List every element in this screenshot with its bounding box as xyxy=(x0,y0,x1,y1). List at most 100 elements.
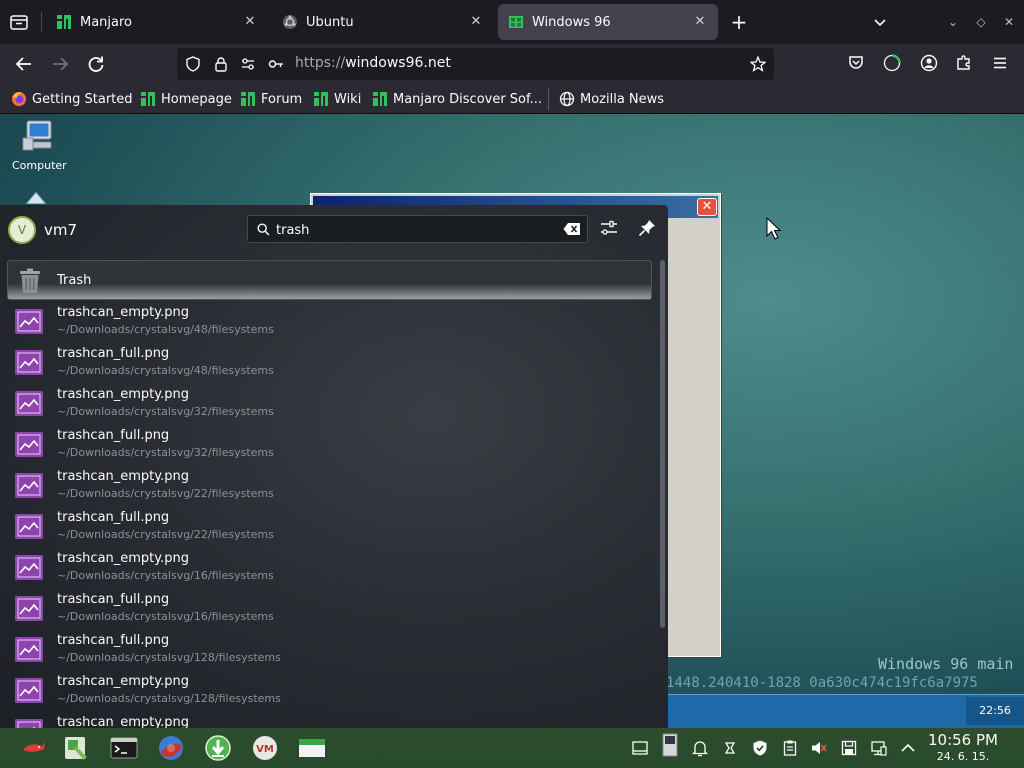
storage-icon[interactable] xyxy=(661,733,679,759)
bookmark-label: Homepage xyxy=(161,91,232,107)
bookmark-label: Manjaro Discover Sof... xyxy=(393,91,543,107)
back-icon[interactable] xyxy=(13,53,35,75)
lock-icon[interactable] xyxy=(213,56,229,72)
tab-ubuntu[interactable]: Ubuntu ✕ xyxy=(272,4,494,40)
dialog-close-button[interactable]: ✕ xyxy=(697,198,717,216)
kde-connect-icon[interactable] xyxy=(721,739,739,757)
result-file-name: trashcan_empty.png xyxy=(57,715,189,728)
list-item[interactable]: trashcan_empty.png ~/Downloads/crystalsvg… xyxy=(7,464,652,505)
result-file-path: ~/Downloads/crystalsvg/16/filesystems xyxy=(57,569,274,582)
manjaro-icon xyxy=(141,92,155,106)
forward-icon[interactable] xyxy=(49,53,71,75)
reload-icon[interactable] xyxy=(85,53,107,75)
search-results-list: Trash trashcan_empty.png ~/Downloads/crys… xyxy=(7,260,652,728)
image-file-icon xyxy=(15,514,43,539)
bookmark-manjaro-discover[interactable]: Manjaro Discover Sof... xyxy=(372,90,542,108)
search-input[interactable] xyxy=(276,220,556,240)
panel-clock-time[interactable]: 10:56 PM xyxy=(918,731,1008,749)
tab-manjaro[interactable]: Manjaro ✕ xyxy=(46,4,268,40)
list-item[interactable]: trashcan_full.png ~/Downloads/crystalsvg/… xyxy=(7,628,652,669)
result-file-name: trashcan_empty.png xyxy=(57,551,189,566)
close-icon[interactable]: ✕ xyxy=(468,14,484,30)
results-scrollbar[interactable] xyxy=(660,260,665,628)
web-browser-icon[interactable] xyxy=(157,734,185,762)
desktop-icon-computer[interactable]: Computer xyxy=(12,118,67,172)
close-window-icon[interactable]: ✕ xyxy=(1000,13,1018,31)
list-item[interactable]: trashcan_empty.png ~/Downloads/crystalsvg… xyxy=(7,669,652,710)
configure-icon[interactable] xyxy=(598,217,620,239)
result-file-name: trashcan_full.png xyxy=(57,428,170,443)
list-item[interactable]: trashcan_empty.png xyxy=(7,710,652,728)
network-icon[interactable] xyxy=(22,190,50,204)
result-file-name: trashcan_empty.png xyxy=(57,387,189,402)
shield-icon[interactable] xyxy=(185,56,201,72)
tab-title: Manjaro xyxy=(80,14,133,30)
list-all-tabs-icon[interactable] xyxy=(870,12,890,32)
new-tab-icon[interactable]: + xyxy=(728,11,750,33)
permissions-icon[interactable] xyxy=(240,56,256,72)
notifications-icon[interactable] xyxy=(691,739,709,757)
chevron-up-icon[interactable] xyxy=(899,739,917,757)
bookmark-label: Wiki xyxy=(334,91,362,107)
system-settings-icon[interactable] xyxy=(62,734,90,762)
tab-list-icon[interactable] xyxy=(8,11,30,33)
result-file-path: ~/Downloads/crystalsvg/128/filesystems xyxy=(57,651,281,664)
list-item[interactable]: trashcan_empty.png ~/Downloads/crystalsvg… xyxy=(7,546,652,587)
image-file-icon xyxy=(15,719,43,728)
url-text[interactable]: https://windows96.net xyxy=(295,55,451,71)
close-icon[interactable]: ✕ xyxy=(242,14,258,30)
clear-search-icon[interactable] xyxy=(563,222,581,236)
search-icon xyxy=(257,223,270,236)
virt-manager-icon[interactable]: VM xyxy=(251,734,279,762)
maximize-icon[interactable]: ◇ xyxy=(972,13,990,31)
pin-icon[interactable] xyxy=(636,217,658,239)
list-item[interactable]: trashcan_full.png ~/Downloads/crystalsvg/… xyxy=(7,587,652,628)
terminal-icon[interactable] xyxy=(110,734,138,762)
url-bar[interactable]: https://windows96.net xyxy=(177,48,774,80)
taskbar-panel: VM 10:56 PM 24. 6. 15. xyxy=(0,728,1024,768)
bookmark-label: Forum xyxy=(261,91,303,107)
list-item[interactable]: trashcan_empty.png ~/Downloads/crystalsvg… xyxy=(7,382,652,423)
list-item[interactable]: trashcan_empty.png ~/Downloads/crystalsvg… xyxy=(7,300,652,341)
clipboard-icon[interactable] xyxy=(781,739,799,757)
result-label: Trash xyxy=(57,273,92,288)
panel-clock-date[interactable]: 24. 6. 15. xyxy=(918,750,1008,763)
key-icon[interactable] xyxy=(268,56,284,72)
list-item[interactable]: trashcan_full.png ~/Downloads/crystalsvg/… xyxy=(7,341,652,382)
minimize-icon[interactable]: ⌄ xyxy=(944,13,962,31)
list-item[interactable]: trashcan_full.png ~/Downloads/crystalsvg/… xyxy=(7,505,652,546)
ubuntu-icon xyxy=(283,15,297,29)
list-item[interactable]: trashcan_full.png ~/Downloads/crystalsvg/… xyxy=(7,423,652,464)
bookmark-getting-started[interactable]: Getting Started xyxy=(11,90,133,108)
application-launcher-icon[interactable] xyxy=(20,734,48,762)
extensions-icon[interactable] xyxy=(955,54,973,72)
network-icon[interactable] xyxy=(870,739,888,757)
bookmark-homepage[interactable]: Homepage xyxy=(140,90,232,108)
security-shield-icon[interactable] xyxy=(751,739,769,757)
manjaro-icon xyxy=(373,92,387,106)
extension-status-icon[interactable] xyxy=(883,54,901,72)
save-disk-icon[interactable] xyxy=(840,739,858,757)
tab-title: Ubuntu xyxy=(306,14,354,30)
bookmark-star-icon[interactable] xyxy=(750,56,766,72)
close-icon[interactable]: ✕ xyxy=(692,14,708,30)
bookmark-forum[interactable]: Forum xyxy=(240,90,302,108)
software-update-icon[interactable] xyxy=(204,734,232,762)
account-icon[interactable] xyxy=(920,54,938,72)
bookmark-wiki[interactable]: Wiki xyxy=(313,90,361,108)
volume-muted-icon[interactable] xyxy=(810,739,828,757)
show-desktop-icon[interactable] xyxy=(631,739,649,757)
list-item-trash[interactable]: Trash xyxy=(7,260,652,300)
pocket-icon[interactable] xyxy=(847,54,865,72)
result-file-name: trashcan_empty.png xyxy=(57,674,189,689)
tab-title: Windows 96 xyxy=(532,14,611,30)
launcher-search-field[interactable] xyxy=(247,215,588,243)
menu-icon[interactable] xyxy=(991,54,1009,72)
tab-windows-96[interactable]: Windows 96 ✕ xyxy=(498,4,718,40)
url-host: windows96.net xyxy=(345,55,451,71)
window-app-icon[interactable] xyxy=(298,734,326,762)
avatar[interactable]: V xyxy=(8,216,36,244)
result-file-path: ~/Downloads/crystalsvg/48/filesystems xyxy=(57,323,274,336)
globe-icon xyxy=(559,91,575,107)
bookmark-mozilla-news[interactable]: Mozilla News xyxy=(559,90,664,108)
